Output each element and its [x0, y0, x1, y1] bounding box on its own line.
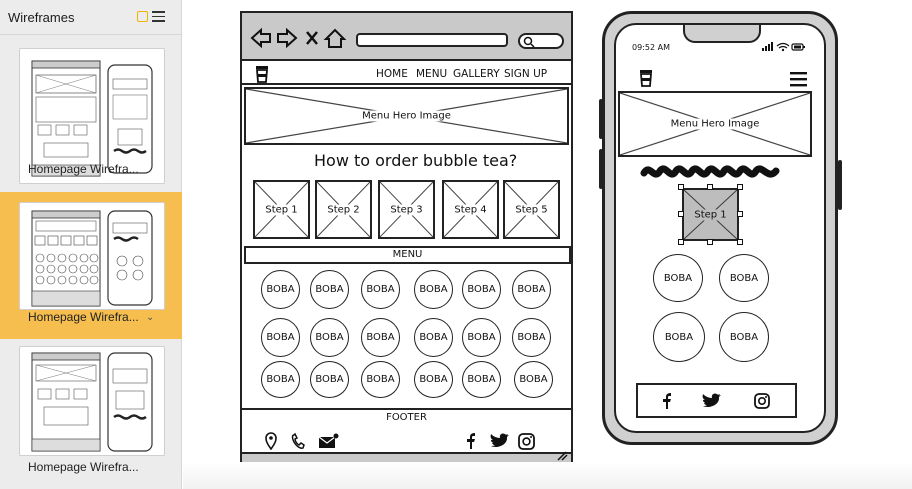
forward-arrow-icon[interactable] — [277, 27, 298, 49]
phone-side-button — [599, 149, 603, 189]
step-placeholder: Step 2 — [315, 180, 372, 239]
mobile-boba-item: BOBA — [653, 312, 705, 362]
phone-icon[interactable] — [291, 432, 305, 449]
boba-item: BOBA — [512, 318, 551, 357]
status-time: 09:52 AM — [632, 43, 670, 52]
menu-section-header: MENU — [244, 246, 571, 264]
address-bar[interactable] — [356, 33, 508, 47]
home-icon[interactable] — [323, 28, 347, 48]
twitter-icon[interactable] — [702, 393, 721, 407]
mobile-boba-item: BOBA — [719, 312, 769, 362]
mobile-wireframe[interactable]: 09:52 AM Menu Hero Image Step 1 BOBA BOB… — [599, 11, 842, 445]
search-field[interactable] — [518, 33, 564, 49]
wireframes-panel: Wireframes Homepage Wirefra... Homepage … — [0, 0, 182, 489]
boba-item: BOBA — [310, 318, 349, 357]
instagram-icon[interactable] — [518, 433, 535, 450]
boba-item: BOBA — [512, 270, 551, 309]
boba-item: BOBA — [514, 361, 553, 398]
desktop-wireframe[interactable]: HOME MENU GALLERY SIGN UP Menu Hero Imag… — [240, 11, 573, 465]
wifi-icon — [776, 42, 790, 52]
mobile-boba-item: BOBA — [719, 254, 769, 302]
back-arrow-icon[interactable] — [250, 27, 271, 49]
panel-header: Wireframes — [0, 0, 181, 35]
page-thumbnail-card[interactable]: Homepage Wirefra... — [0, 36, 182, 191]
page-thumbnail — [19, 346, 165, 456]
resize-handle-icon[interactable] — [556, 451, 568, 461]
boba-item: BOBA — [261, 318, 300, 357]
footer-label: FOOTER — [386, 412, 427, 423]
chevron-down-icon[interactable]: ⌄ — [146, 312, 154, 323]
boba-item: BOBA — [414, 361, 453, 398]
hamburger-menu-icon[interactable] — [790, 71, 808, 87]
phone-side-button — [599, 99, 603, 139]
mobile-hero-image-placeholder: Menu Hero Image — [618, 91, 812, 157]
step-label: Step 2 — [325, 204, 362, 215]
search-icon — [523, 36, 535, 48]
location-pin-icon[interactable] — [265, 432, 277, 450]
menu-label: MENU — [392, 249, 423, 260]
design-canvas[interactable]: HOME MENU GALLERY SIGN UP Menu Hero Imag… — [183, 0, 912, 489]
battery-icon — [791, 43, 805, 51]
phone-power-button — [838, 160, 842, 210]
browser-toolbar — [242, 13, 571, 61]
close-icon[interactable] — [306, 31, 318, 45]
mail-icon[interactable] — [318, 433, 339, 449]
footer: FOOTER — [242, 408, 571, 454]
mobile-footer — [636, 383, 797, 418]
frame-icon[interactable] — [137, 11, 148, 22]
phone-notch — [683, 25, 761, 43]
list-menu-icon[interactable] — [152, 11, 165, 22]
hero-image-label: Menu Hero Image — [360, 110, 453, 122]
instagram-icon[interactable] — [754, 393, 770, 409]
mobile-boba-item: BOBA — [653, 254, 703, 302]
boba-item: BOBA — [361, 270, 400, 309]
thumbnail-label: Homepage Wirefra... — [28, 162, 139, 176]
facebook-icon[interactable] — [467, 433, 475, 449]
cup-logo-icon — [640, 70, 652, 87]
selection-handles[interactable] — [678, 184, 743, 245]
facebook-icon[interactable] — [663, 393, 671, 409]
boba-item: BOBA — [361, 318, 400, 357]
nav-gallery[interactable]: GALLERY — [453, 68, 500, 80]
site-navbar: HOME MENU GALLERY SIGN UP — [242, 63, 571, 85]
boba-item: BOBA — [310, 270, 349, 309]
scribble-heading — [640, 165, 780, 178]
boba-item: BOBA — [361, 361, 400, 398]
step-label: Step 5 — [513, 204, 550, 215]
status-icons — [762, 42, 805, 52]
signal-icon — [762, 42, 773, 51]
step-placeholder: Step 3 — [378, 180, 435, 239]
cup-logo-icon — [256, 66, 268, 83]
page-thumbnail-card[interactable]: Homepage Wirefra... — [0, 340, 182, 489]
step-label: Step 1 — [263, 204, 300, 215]
page-thumbnail-card-selected[interactable]: Homepage Wirefra... ⌄ — [0, 192, 182, 339]
boba-item: BOBA — [462, 361, 501, 398]
twitter-icon[interactable] — [490, 433, 509, 447]
page-thumbnail — [19, 202, 165, 310]
step-label: Step 3 — [388, 204, 425, 215]
boba-item: BOBA — [462, 270, 501, 309]
boba-item: BOBA — [261, 270, 300, 309]
nav-menu[interactable]: MENU — [416, 68, 447, 80]
mobile-hero-label: Menu Hero Image — [668, 118, 762, 130]
page-heading: How to order bubble tea? — [314, 151, 518, 170]
thumbnail-label: Homepage Wirefra... — [28, 310, 139, 324]
panel-title: Wireframes — [8, 9, 75, 25]
boba-item: BOBA — [414, 270, 453, 309]
hero-image-placeholder: Menu Hero Image — [244, 87, 569, 145]
boba-item: BOBA — [261, 361, 300, 398]
step-placeholder: Step 1 — [253, 180, 310, 239]
nav-sign-up[interactable]: SIGN UP — [504, 68, 547, 80]
boba-item: BOBA — [462, 318, 501, 357]
boba-item: BOBA — [414, 318, 453, 357]
phone-screen: 09:52 AM Menu Hero Image Step 1 BOBA BOB… — [614, 23, 826, 433]
step-placeholder: Step 4 — [442, 180, 499, 239]
step-placeholder: Step 5 — [503, 180, 560, 239]
nav-home[interactable]: HOME — [376, 68, 408, 80]
canvas-bottom-edge — [183, 462, 912, 489]
step-label: Step 4 — [452, 204, 489, 215]
boba-item: BOBA — [310, 361, 349, 398]
thumbnail-label: Homepage Wirefra... — [28, 460, 139, 474]
